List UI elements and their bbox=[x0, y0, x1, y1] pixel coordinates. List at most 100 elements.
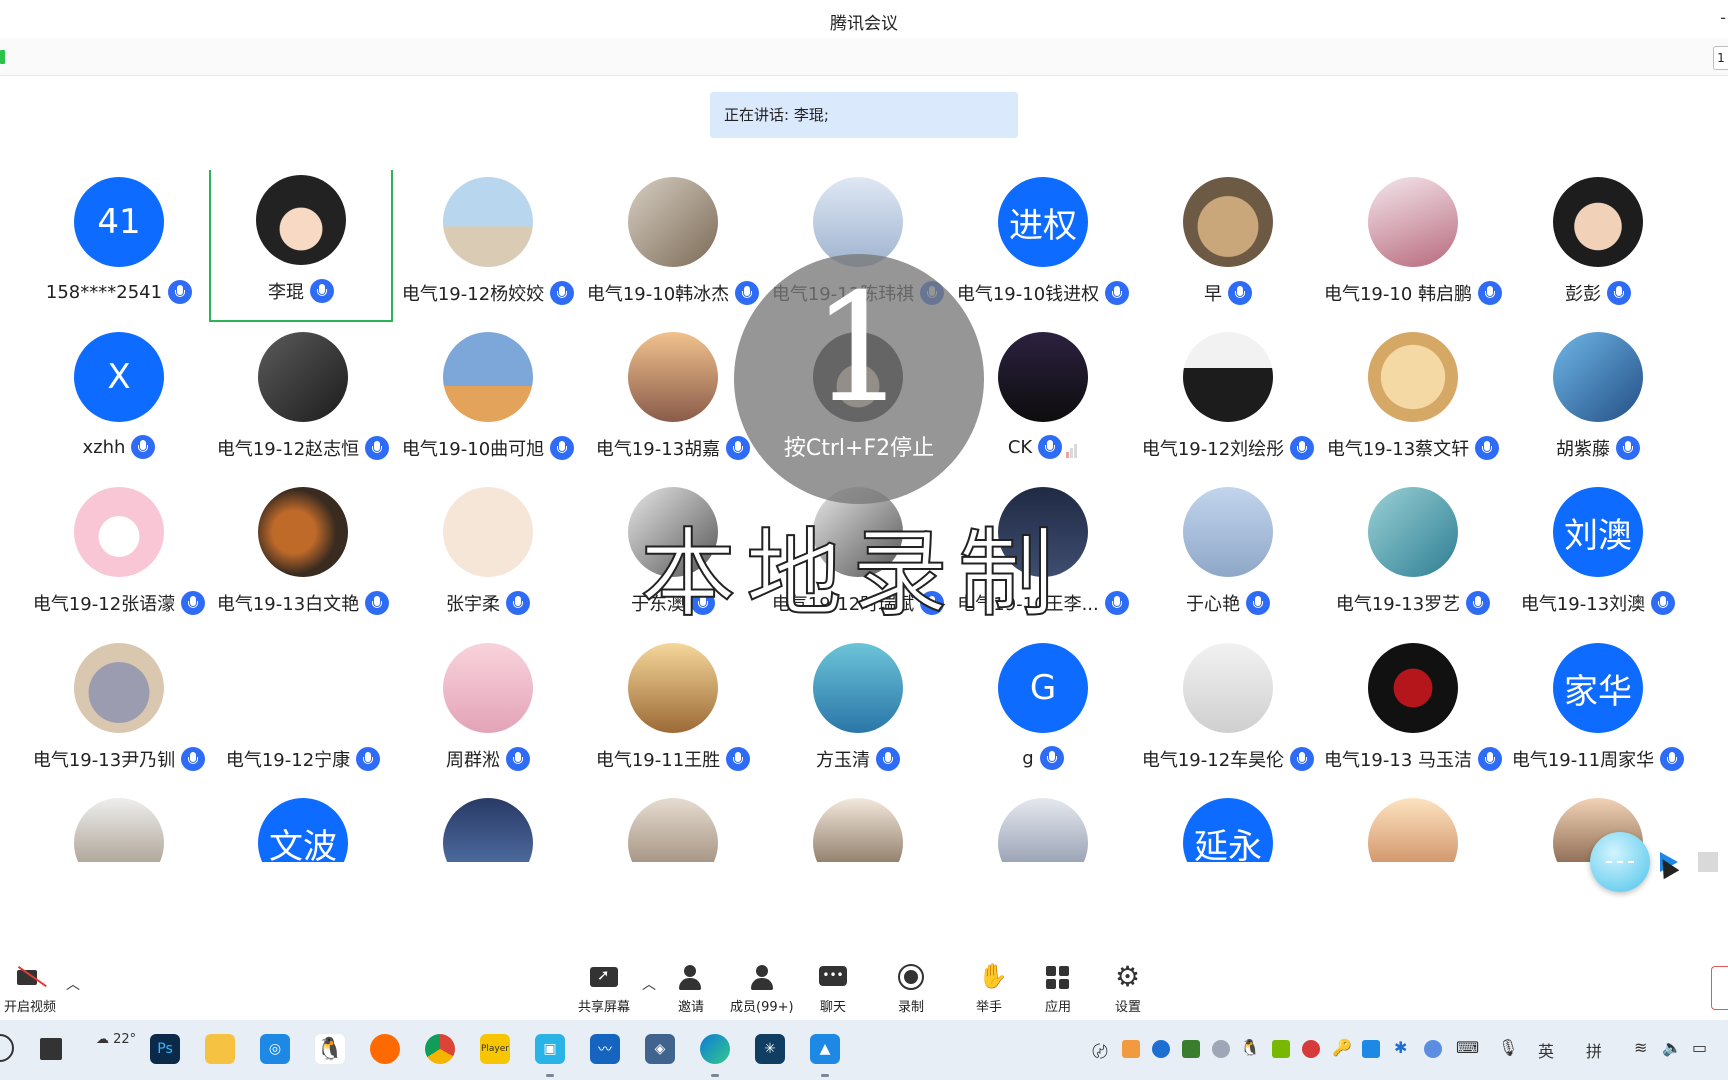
key-icon[interactable]: 🔑 bbox=[1332, 1038, 1352, 1057]
snowflake-app-icon[interactable]: ✳ bbox=[755, 1034, 785, 1064]
record-icon bbox=[896, 964, 926, 992]
participant-tile[interactable]: 于心艳 bbox=[1136, 480, 1320, 634]
tray-shield-icon[interactable] bbox=[1152, 1040, 1170, 1058]
dropbox-style-icon[interactable]: ◈ bbox=[645, 1034, 675, 1064]
whiteboard-icon[interactable]: 〰 bbox=[590, 1034, 620, 1064]
mic-icon bbox=[365, 436, 390, 460]
photoshop-icon[interactable]: Ps bbox=[150, 1034, 180, 1064]
participant-tile[interactable]: 电气19-10 韩启鹏 bbox=[1321, 170, 1505, 324]
potplayer-icon[interactable]: Player bbox=[480, 1034, 510, 1064]
participant-tile[interactable]: 41 158****2541 bbox=[27, 170, 211, 324]
settings-button[interactable]: 设置 bbox=[1113, 960, 1143, 1015]
participant-tile[interactable]: 张宇柔 bbox=[396, 480, 580, 634]
nvidia-icon[interactable] bbox=[1272, 1040, 1290, 1058]
battery-icon[interactable]: ▭ bbox=[1692, 1038, 1707, 1057]
tray-swirl-icon[interactable]: 〄 bbox=[1092, 1038, 1108, 1062]
microphone-icon[interactable]: 🎙 bbox=[1498, 1038, 1518, 1057]
minimize-button[interactable]: - bbox=[1720, 8, 1726, 27]
tray-c-icon[interactable] bbox=[1302, 1040, 1320, 1058]
participant-tile[interactable] bbox=[27, 791, 211, 862]
participant-tile[interactable]: 电气19-10曲可旭 bbox=[396, 325, 580, 479]
meeting-control-bar: 开启视频 ︿ 共享屏幕 ︿ 邀请 成员(99+) 聊天 录制 举手 应用 设置 bbox=[0, 960, 1728, 1020]
tencent-meeting-app-icon[interactable]: ◎ bbox=[260, 1034, 290, 1064]
participant-tile[interactable]: 电气19-11王胜 bbox=[581, 636, 765, 790]
tray-qq-icon[interactable]: 🐧 bbox=[1240, 1038, 1260, 1057]
recorder-float-button[interactable] bbox=[1590, 832, 1650, 892]
participant-label: 张宇柔 bbox=[396, 590, 580, 616]
mic-icon bbox=[1660, 747, 1685, 771]
share-screen-button[interactable]: 共享屏幕 bbox=[578, 964, 630, 1015]
network-signal-icon bbox=[0, 50, 5, 64]
participant-tile[interactable]: 电气19-12赵志恒 bbox=[211, 325, 395, 479]
participant-tile[interactable]: 电气19-13白文艳 bbox=[211, 480, 395, 634]
tray-disk-icon[interactable] bbox=[1212, 1040, 1230, 1058]
ime-lang-indicator[interactable]: 英 bbox=[1538, 1038, 1554, 1062]
record-button[interactable]: 录制 bbox=[896, 964, 926, 1015]
participant-tile[interactable] bbox=[766, 791, 950, 862]
raise-hand-label: 举手 bbox=[975, 1000, 1002, 1015]
participant-tile[interactable]: 电气19-12宁康 bbox=[211, 636, 395, 790]
apps-button[interactable]: 应用 bbox=[1043, 964, 1073, 1015]
participant-tile[interactable]: 电气19-12张语濛 bbox=[27, 480, 211, 634]
tray-app-icon[interactable] bbox=[1122, 1040, 1140, 1058]
participant-name: 电气19-13胡嘉 bbox=[595, 439, 721, 460]
participant-tile[interactable] bbox=[1321, 791, 1505, 862]
participant-label: g bbox=[951, 746, 1135, 770]
qq-icon[interactable]: 🐧 bbox=[315, 1034, 345, 1064]
participant-tile[interactable]: 胡紫藤 bbox=[1506, 325, 1690, 479]
wifi-icon[interactable]: ≋ bbox=[1634, 1038, 1647, 1057]
invite-button[interactable]: 邀请 bbox=[676, 964, 706, 1015]
participant-tile[interactable]: 方玉清 bbox=[766, 636, 950, 790]
participant-tile[interactable]: 电气19-13蔡文轩 bbox=[1321, 325, 1505, 479]
tray-globe-icon[interactable] bbox=[1424, 1040, 1442, 1058]
tray-table-icon[interactable] bbox=[1182, 1040, 1200, 1058]
tray-meeting-icon[interactable] bbox=[1362, 1040, 1380, 1058]
ime-mode-indicator[interactable]: 拼 bbox=[1586, 1038, 1602, 1062]
participant-name: 电气19-12车昊伦 bbox=[1141, 750, 1285, 771]
search-icon[interactable] bbox=[0, 1034, 14, 1062]
participant-tile[interactable]: 文波 bbox=[211, 791, 395, 862]
participant-tile[interactable]: 电气19-12刘绘彤 bbox=[1136, 325, 1320, 479]
members-button[interactable]: 成员(99+) bbox=[730, 964, 794, 1015]
raise-hand-button[interactable]: 举手 bbox=[974, 962, 1008, 1015]
participant-label: 电气19-10 韩启鹏 bbox=[1321, 280, 1505, 306]
participant-tile[interactable] bbox=[581, 791, 765, 862]
volume-icon[interactable]: 🔈 bbox=[1662, 1038, 1682, 1057]
participant-tile[interactable]: 电气19-12车昊伦 bbox=[1136, 636, 1320, 790]
participant-tile[interactable]: 早 bbox=[1136, 170, 1320, 324]
participant-tile[interactable] bbox=[396, 791, 580, 862]
participant-tile[interactable]: Xxzhh bbox=[27, 325, 211, 479]
participant-tile[interactable]: 李琨 bbox=[209, 170, 393, 322]
firefox-icon[interactable] bbox=[370, 1034, 400, 1064]
participant-tile[interactable]: 电气19-12杨姣姣 bbox=[396, 170, 580, 324]
chrome-icon[interactable] bbox=[425, 1034, 455, 1064]
bilibili-icon[interactable]: ▣ bbox=[535, 1034, 565, 1077]
side-panel-toggle[interactable]: 1 bbox=[1713, 46, 1728, 70]
participant-tile[interactable]: 电气19-13 马玉洁 bbox=[1321, 636, 1505, 790]
bluetooth-icon[interactable]: ✱ bbox=[1394, 1038, 1407, 1057]
participant-tile[interactable]: 家华 电气19-11周家华 bbox=[1506, 636, 1690, 790]
edge-icon[interactable] bbox=[700, 1034, 730, 1077]
avatar bbox=[1368, 643, 1458, 733]
weather-widget[interactable]: ☁ 22° bbox=[96, 1032, 136, 1047]
chat-label: 聊天 bbox=[819, 1000, 846, 1015]
participant-tile[interactable]: 电气19-13罗艺 bbox=[1321, 480, 1505, 634]
stop-icon[interactable] bbox=[1698, 852, 1718, 872]
meeting-window-icon[interactable]: ▲ bbox=[810, 1034, 840, 1077]
avatar bbox=[1368, 487, 1458, 577]
participant-tile[interactable]: 彭彭 bbox=[1506, 170, 1690, 324]
end-meeting-edge-button[interactable] bbox=[1711, 966, 1728, 1010]
share-options-chevron-icon[interactable]: ︿ bbox=[642, 974, 656, 994]
video-options-chevron-icon[interactable]: ︿ bbox=[66, 974, 80, 994]
participant-tile[interactable] bbox=[951, 791, 1135, 862]
keyboard-icon[interactable]: ⌨ bbox=[1456, 1038, 1479, 1057]
participant-tile[interactable]: Gg bbox=[951, 636, 1135, 790]
participant-tile[interactable]: 刘澳 电气19-13刘澳 bbox=[1506, 480, 1690, 634]
chat-button[interactable]: 聊天 bbox=[818, 964, 848, 1015]
participant-tile[interactable]: 延永 bbox=[1136, 791, 1320, 862]
start-video-button[interactable]: 开启视频 bbox=[4, 964, 56, 1015]
participant-tile[interactable]: 电气19-13尹乃钏 bbox=[27, 636, 211, 790]
participant-tile[interactable]: 周群淞 bbox=[396, 636, 580, 790]
task-view-icon[interactable] bbox=[40, 1038, 62, 1060]
file-explorer-icon[interactable] bbox=[205, 1034, 235, 1064]
